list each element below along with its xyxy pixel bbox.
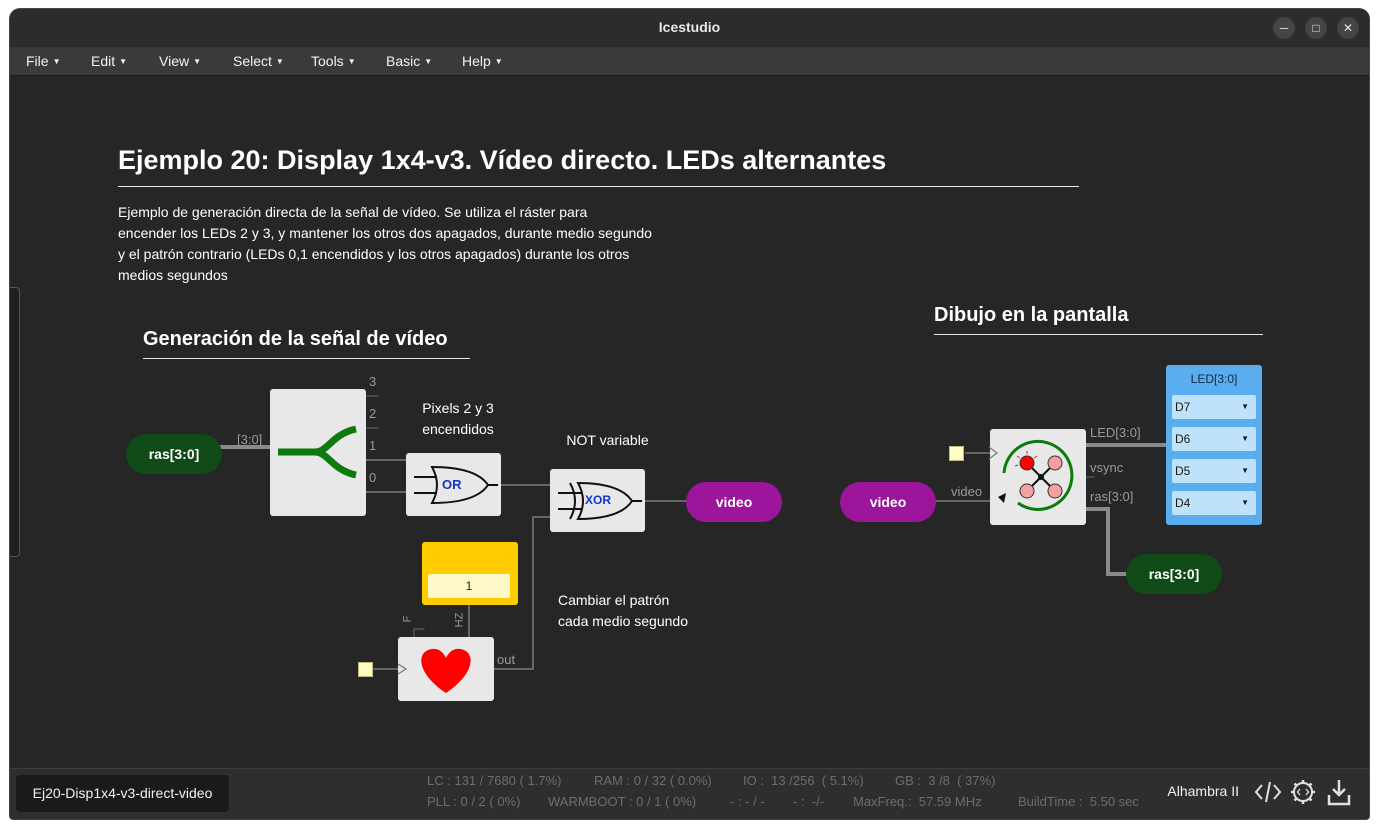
description: Ejemplo de generación directa de la seña… — [118, 204, 652, 283]
menu-basic[interactable]: Basic ▼ — [386, 53, 432, 69]
project-tab[interactable]: Ej20-Disp1x4-v3-direct-video — [16, 775, 229, 812]
section-left-title: Generación de la señal de vídeo — [143, 328, 448, 350]
side-dock[interactable] — [10, 287, 20, 557]
split-out-2: 2 — [369, 406, 377, 421]
bus-label: [3:0] — [237, 432, 263, 447]
status-bar: Ej20-Disp1x4-v3-direct-video LC : 131 / … — [10, 768, 1369, 819]
chevron-down-icon: ▼ — [275, 57, 284, 66]
heart-f-label: F — [401, 615, 414, 623]
constant-block[interactable]: 1 — [422, 542, 518, 605]
stat-dash-1: - : - / - — [730, 794, 765, 809]
chevron-down-icon: ▼ — [494, 57, 503, 66]
heart-icon — [421, 648, 471, 693]
split-icon — [278, 425, 357, 479]
heart-hz-label: HZ — [453, 612, 466, 628]
build-gear-icon[interactable] — [1288, 777, 1318, 807]
chevron-down-icon: ▼ — [347, 57, 356, 66]
chevron-down-icon: ▼ — [1241, 498, 1249, 507]
menu-view[interactable]: View ▼ — [159, 53, 201, 69]
menu-select[interactable]: Select ▼ — [233, 53, 284, 69]
stat-lc: LC : 131 / 7680 ( 1.7%) — [427, 773, 562, 788]
display-out-led: LED[3:0] — [1090, 425, 1141, 440]
menu-file[interactable]: File ▼ — [26, 53, 60, 69]
stat-ram: RAM : 0 / 32 ( 0.0%) — [594, 773, 712, 788]
heart-block[interactable] — [398, 637, 494, 701]
title-bar: Icestudio ─ □ ✕ — [10, 9, 1369, 47]
led-pin-select-3[interactable]: D4 ▼ — [1172, 491, 1256, 515]
chevron-down-icon: ▼ — [1241, 434, 1249, 443]
chevron-down-icon: ▼ — [193, 57, 202, 66]
menu-tools[interactable]: Tools ▼ — [311, 53, 356, 69]
video-output-pill[interactable]: video — [686, 482, 782, 522]
window-title: Icestudio — [658, 19, 721, 35]
split-out-0: 0 — [369, 470, 377, 485]
upload-download-icon[interactable] — [1324, 777, 1354, 807]
note-not-variable: NOT variable — [566, 432, 649, 448]
maximize-button[interactable]: □ — [1305, 17, 1327, 39]
heart-f-stub — [413, 628, 425, 638]
display-driver-icon — [998, 440, 1074, 511]
menu-help[interactable]: Help ▼ — [462, 53, 503, 69]
minimize-button[interactable]: ─ — [1273, 17, 1295, 39]
menu-edit[interactable]: Edit ▼ — [91, 53, 127, 69]
menu-bar: File ▼ Edit ▼ View ▼ Select ▼ Tools ▼ Basic ▼ … — [10, 47, 1369, 76]
display-out-vsync: vsync — [1090, 460, 1124, 475]
ras-output-pill[interactable]: ras[3:0] — [1126, 554, 1222, 594]
section-right-title: Dibujo en la pantalla — [934, 304, 1129, 326]
or-gate-label: OR — [442, 477, 462, 492]
stat-buildtime: BuildTime : 5.50 sec — [1018, 794, 1139, 809]
stat-warmboot: WARMBOOT : 0 / 1 ( 0%) — [548, 794, 697, 809]
xor-gate-label: XOR — [585, 493, 612, 507]
page-title: Ejemplo 20: Display 1x4-v3. Vídeo direct… — [118, 145, 887, 175]
bus-ras-out[interactable] — [1084, 507, 1130, 576]
clock-input-icon[interactable] — [358, 662, 373, 677]
close-button[interactable]: ✕ — [1337, 17, 1359, 39]
note-pixels: Pixels 2 y 3 encendidos — [422, 400, 494, 437]
chevron-down-icon: ▼ — [119, 57, 128, 66]
chevron-down-icon: ▼ — [52, 57, 61, 66]
chevron-down-icon: ▼ — [424, 57, 433, 66]
xor-gate-block[interactable]: XOR — [550, 469, 645, 532]
section-left-underline — [143, 358, 470, 359]
display-out-ras: ras[3:0] — [1090, 489, 1134, 504]
stat-pll: PLL : 0 / 2 ( 0%) — [427, 794, 521, 809]
verify-code-icon[interactable] — [1253, 777, 1283, 807]
board-selector[interactable]: Alhambra II — [1167, 783, 1239, 799]
split-out-1: 1 — [369, 438, 377, 453]
design-canvas[interactable]: Ejemplo 20: Display 1x4-v3. Vídeo direct… — [10, 76, 1369, 768]
clock-arrow-icon — [397, 663, 408, 675]
ras-input-pill[interactable]: ras[3:0] — [126, 434, 222, 474]
stat-gb: GB : 3 /8 ( 37%) — [895, 773, 996, 788]
split-out-3: 3 — [369, 374, 377, 389]
chevron-down-icon: ▼ — [1241, 466, 1249, 475]
display-clock-arrow-icon — [988, 446, 998, 460]
or-gate-block[interactable]: OR — [406, 453, 501, 516]
section-right-underline — [934, 334, 1263, 335]
bus-splitter-block[interactable] — [270, 389, 366, 516]
stat-maxfreq: MaxFreq.: 57.59 MHz — [853, 794, 982, 809]
display-clock-input-icon[interactable] — [949, 446, 964, 461]
led-output-block[interactable]: LED[3:0] D7 ▼ D6 ▼ D5 ▼ D4 ▼ — [1166, 365, 1262, 525]
heart-out-label: out — [497, 652, 516, 667]
display-video-label: video — [951, 484, 983, 499]
led-output-title: LED[3:0] — [1190, 372, 1238, 386]
app-window: Icestudio ─ □ ✕ File ▼ Edit ▼ View ▼ Select… — [10, 9, 1369, 819]
title-underline — [118, 186, 1079, 187]
led-pin-select-1[interactable]: D6 ▼ — [1172, 427, 1256, 451]
video-input-pill[interactable]: video — [840, 482, 936, 522]
chevron-down-icon: ▼ — [1241, 402, 1249, 411]
note-cambiar: Cambiar el patrón cada medio segundo — [558, 592, 688, 629]
led-pin-select-0[interactable]: D7 ▼ — [1172, 395, 1256, 419]
led-pin-select-2[interactable]: D5 ▼ — [1172, 459, 1256, 483]
constant-value-field[interactable]: 1 — [428, 574, 510, 598]
stat-dash-2: - : -/- — [793, 794, 825, 809]
display-driver-block[interactable] — [990, 429, 1086, 525]
stat-io: IO : 13 /256 ( 5.1%) — [743, 773, 864, 788]
